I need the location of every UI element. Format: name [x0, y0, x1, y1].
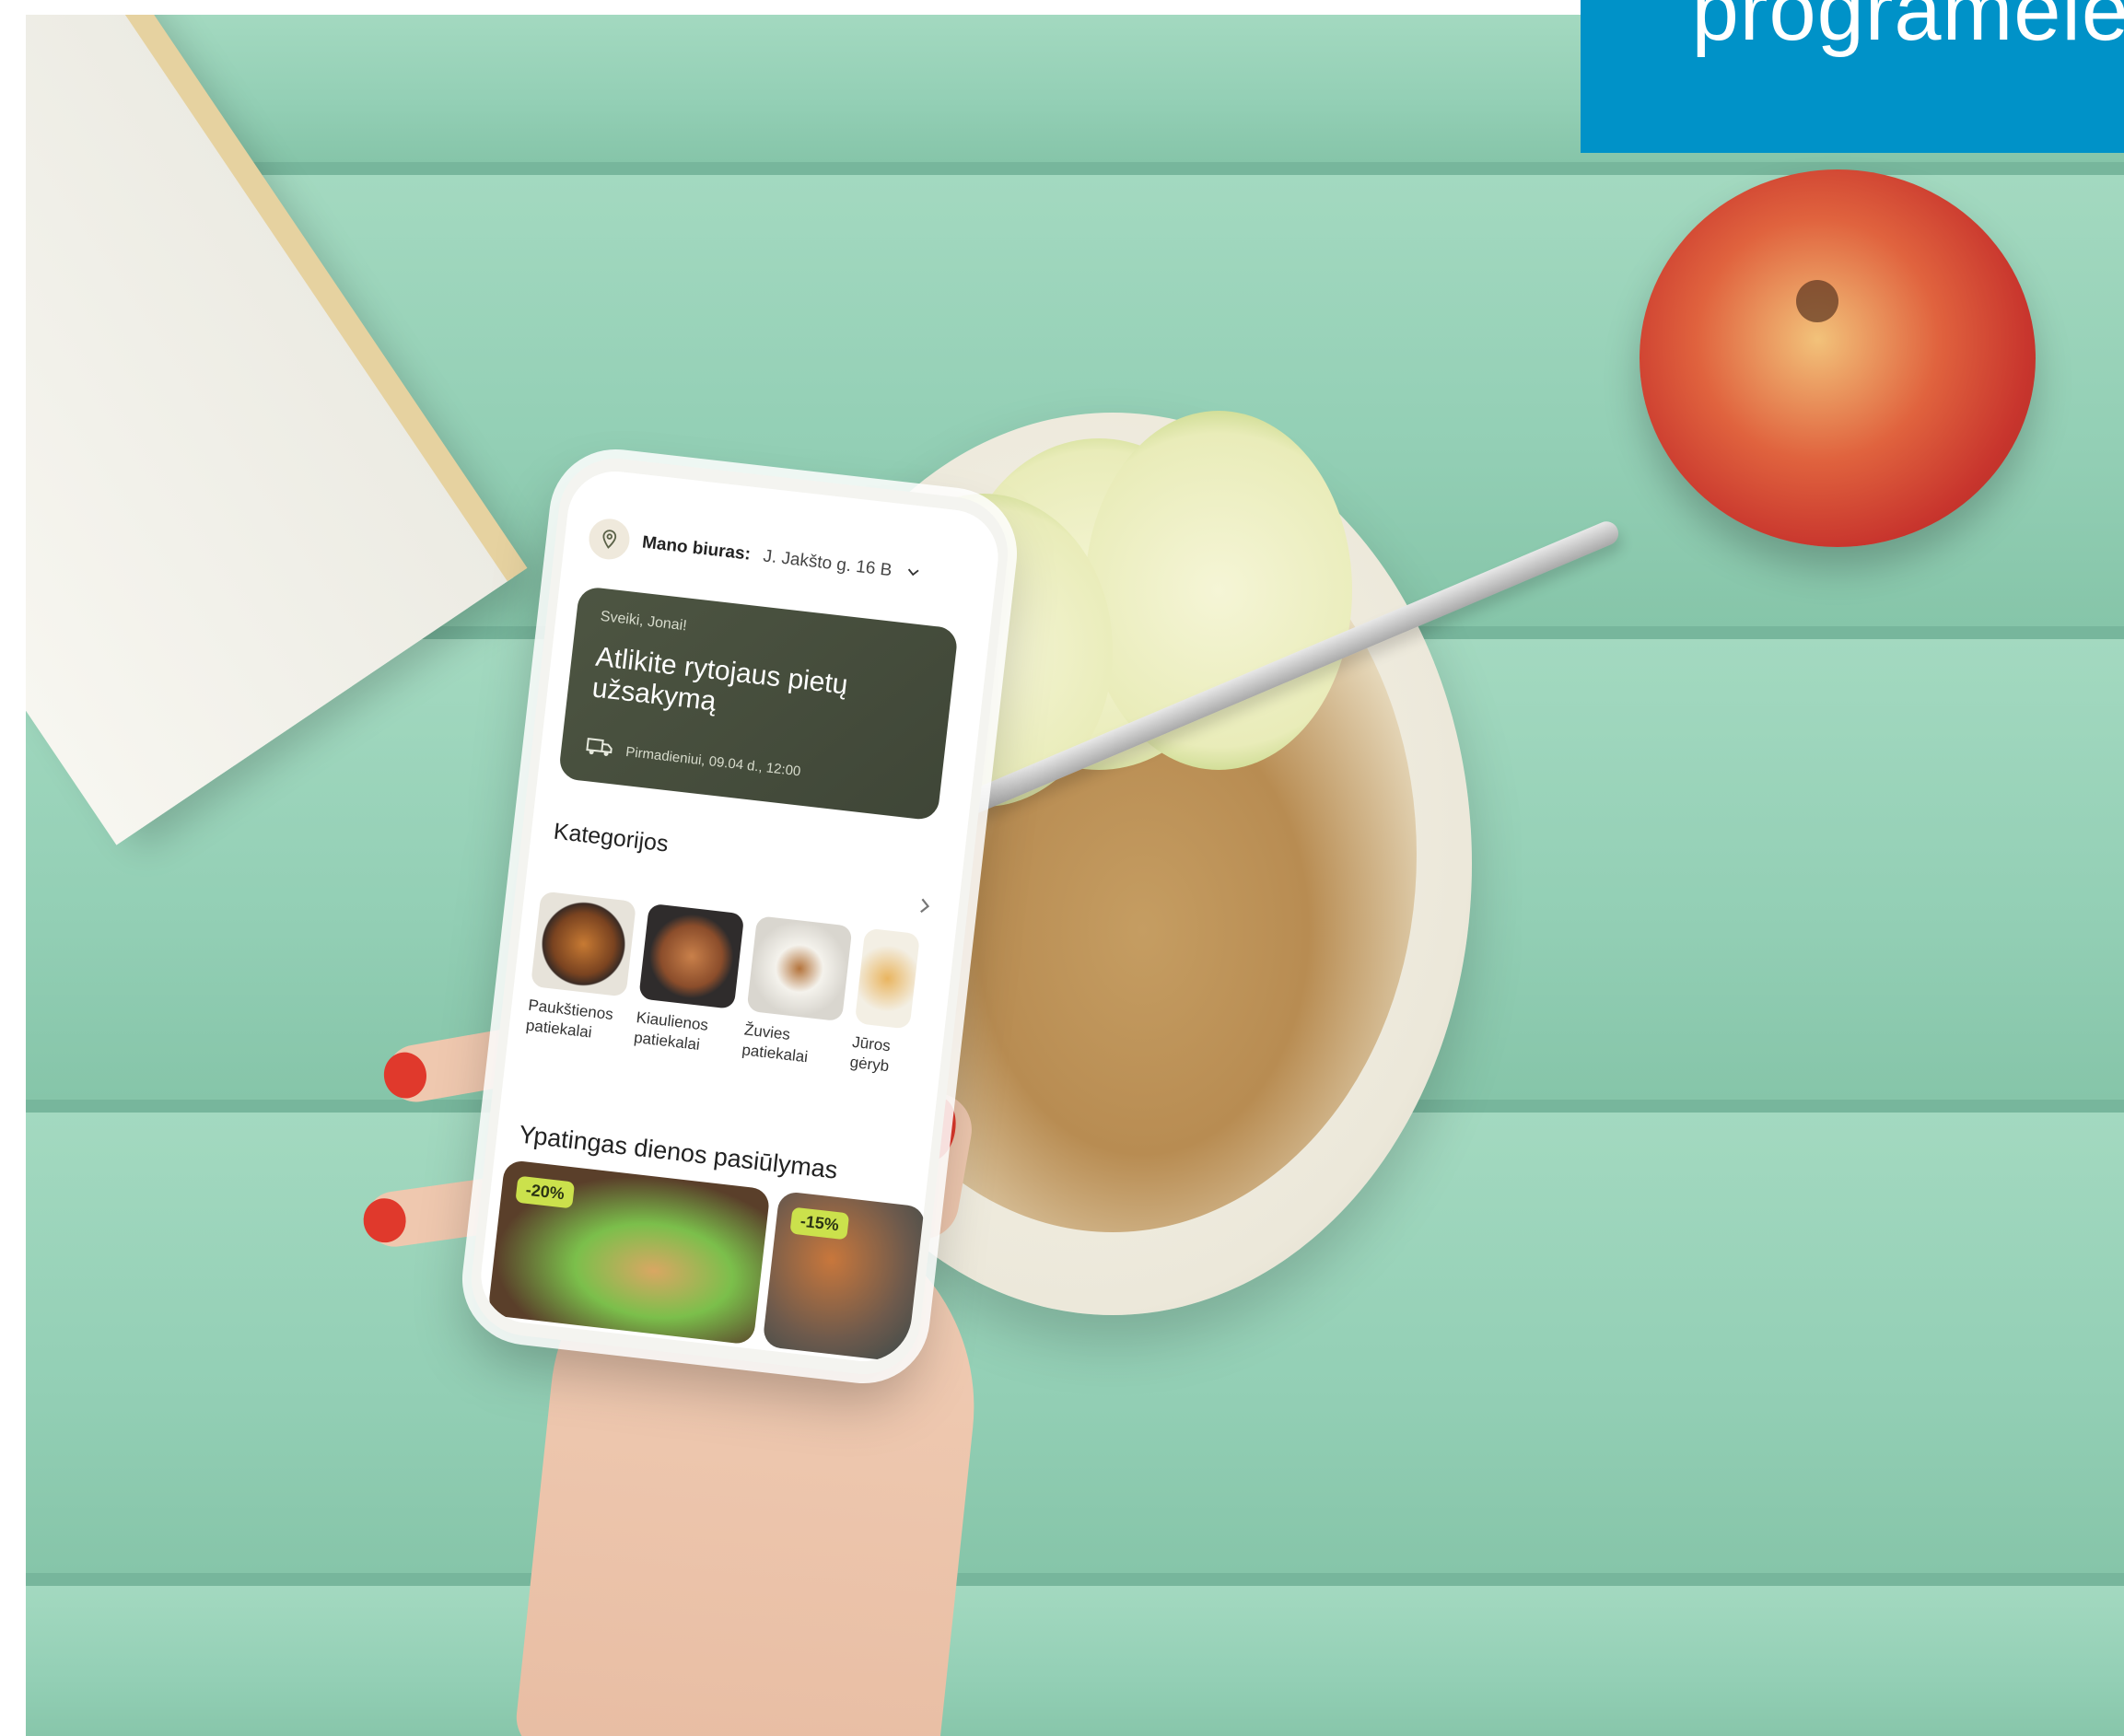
promo-title: Atlikite rytojaus pietų užsakymą [590, 641, 850, 717]
photo-background: Mano biuras: J. Jakšto g. 16 B Sveiki, J… [26, 15, 2124, 1736]
category-item[interactable]: Žuvies patiekalai [741, 915, 859, 1072]
discount-badge: -20% [515, 1175, 576, 1209]
app-screen: Mano biuras: J. Jakšto g. 16 B Sveiki, J… [475, 466, 1004, 1367]
category-label: Paukštienos patiekalai [525, 996, 614, 1042]
categories-carousel: Paukštienos patiekalai Kiaulienos patiek… [519, 891, 963, 1140]
location-address: J. Jakšto g. 16 B [762, 546, 893, 581]
deal-card[interactable]: -15% [762, 1190, 927, 1363]
delivery-date-text: Pirmadieniui, 09.04 d., 12:00 [624, 743, 802, 779]
category-label: Jūros gėryb [848, 1032, 892, 1076]
deal-card[interactable]: -20% [487, 1159, 771, 1346]
chevron-right-icon[interactable] [916, 895, 934, 923]
category-image [638, 903, 745, 1009]
plank-gap [26, 1573, 2124, 1586]
category-item[interactable]: Jūros gėryb [848, 927, 968, 1085]
greeting: Sveiki, Jonai! [599, 608, 688, 635]
category-image [530, 891, 637, 997]
category-image [746, 915, 853, 1022]
category-item[interactable]: Paukštienos patiekalai [525, 891, 644, 1047]
category-image [854, 927, 921, 1030]
delivery-truck-icon [584, 735, 614, 762]
chevron-down-icon[interactable] [904, 562, 922, 585]
apple-slice [1085, 411, 1352, 770]
location-selector[interactable]: Mano biuras: J. Jakšto g. 16 B [587, 515, 980, 603]
location-label: Mano biuras: [641, 532, 752, 565]
category-label: Žuvies patiekalai [741, 1020, 810, 1066]
table-plank [26, 1586, 2124, 1736]
category-item[interactable]: Kiaulienos patiekalai [633, 903, 752, 1060]
apple [1640, 169, 2036, 547]
map-pin-icon [587, 516, 632, 562]
categories-title: Kategorijos [552, 818, 671, 857]
banner-text: programėlė [1691, 0, 2124, 58]
deals-carousel: -20% -15% [487, 1159, 935, 1364]
discount-badge: -15% [789, 1206, 850, 1241]
banner: programėlė [1581, 0, 2124, 153]
order-promo-card[interactable]: Sveiki, Jonai! Atlikite rytojaus pietų u… [557, 586, 959, 821]
delivery-date: Pirmadieniui, 09.04 d., 12:00 [584, 735, 801, 783]
category-label: Kiaulienos patiekalai [633, 1008, 709, 1054]
